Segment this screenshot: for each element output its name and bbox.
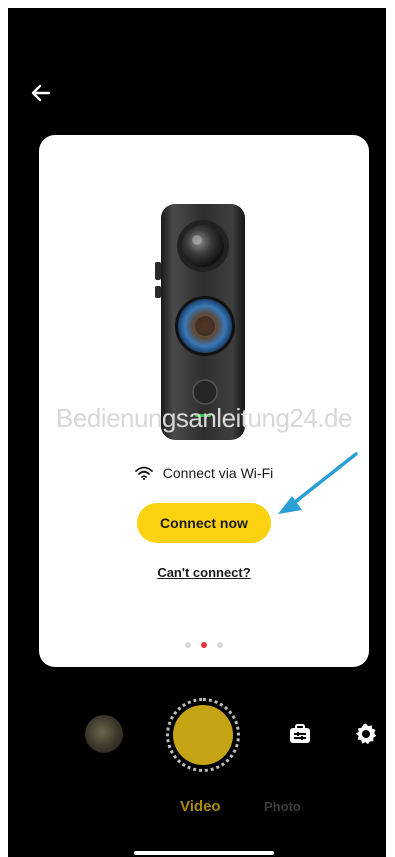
watermark-text: Bedienungsanleitung24.de (56, 403, 352, 433)
page-dot (217, 642, 223, 648)
page-dot (185, 642, 191, 648)
toolbox-icon[interactable] (288, 722, 312, 746)
connect-now-button[interactable]: Connect now (137, 503, 271, 543)
connect-card: Bedienungsanleitung24.de Connect via Wi-… (39, 135, 369, 667)
wifi-icon (134, 466, 153, 480)
mode-tab-video[interactable]: Video (180, 798, 221, 815)
home-indicator[interactable] (134, 851, 274, 855)
capture-bar (8, 698, 386, 772)
gallery-thumbnail[interactable] (85, 715, 123, 753)
arrow-left-icon (31, 84, 51, 102)
page-indicator (39, 642, 369, 648)
wifi-label: Connect via Wi-Fi (162, 465, 274, 481)
gear-icon[interactable] (354, 722, 378, 746)
shutter-inner (173, 705, 233, 765)
annotation-arrow-icon (278, 452, 358, 514)
app-screen: Bedienungsanleitung24.de Connect via Wi-… (8, 8, 386, 857)
mode-tab-photo[interactable]: Photo (264, 799, 301, 814)
page-dot-active (201, 642, 207, 648)
back-button[interactable] (26, 78, 56, 108)
cant-connect-link[interactable]: Can't connect? (39, 565, 369, 580)
shutter-button[interactable] (166, 698, 240, 772)
